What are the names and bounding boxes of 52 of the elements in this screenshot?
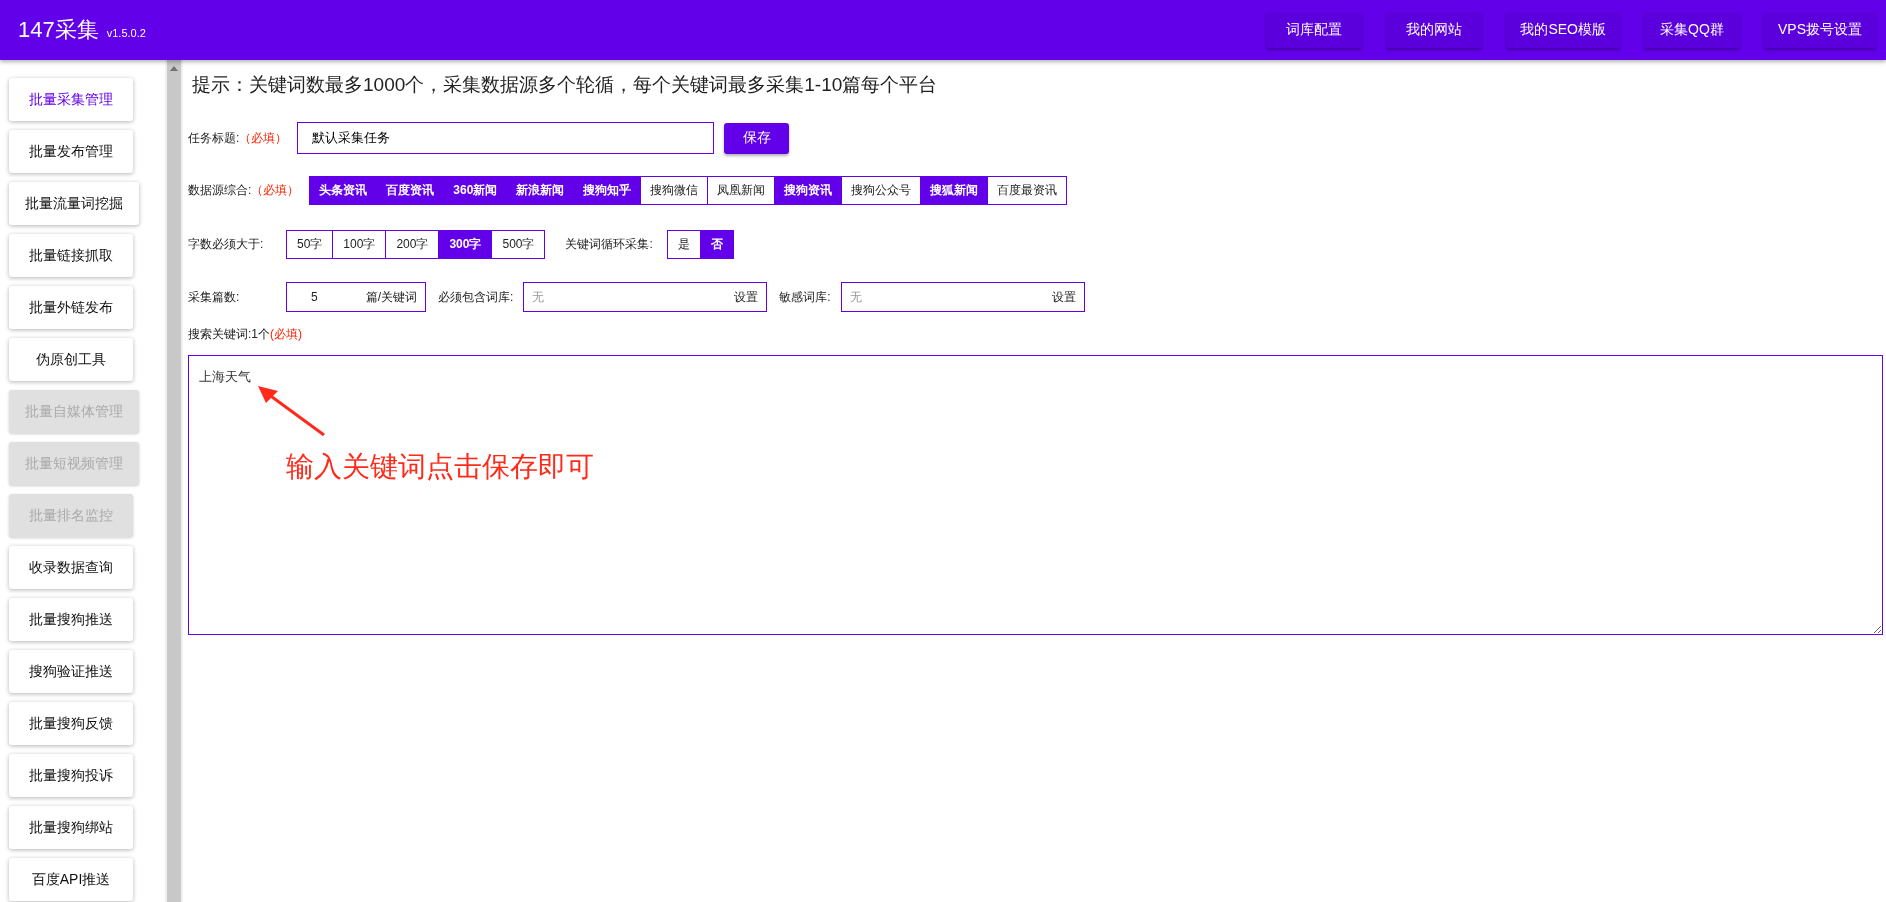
word-count-option[interactable]: 300字 (438, 231, 492, 258)
scroll-up-icon[interactable] (170, 66, 178, 71)
set-button[interactable]: 设置 (734, 288, 759, 306)
source-option[interactable]: 搜狐新闻 (920, 177, 988, 204)
sensitive-words-field[interactable]: 无 设置 (840, 282, 1085, 312)
must-include-field[interactable]: 无 设置 (523, 282, 768, 312)
field-label: 采集篇数: (188, 288, 241, 306)
sidebar-item[interactable]: 批量发布管理 (9, 130, 133, 173)
annotation-text: 输入关键词点击保存即可 (286, 450, 594, 484)
sidebar-item[interactable]: 伪原创工具 (9, 338, 133, 381)
source-option[interactable]: 新浪新闻 (506, 177, 574, 204)
annotation-arrow (256, 385, 326, 437)
field-label: 敏感词库: (779, 288, 831, 306)
nav-button[interactable]: VPS拨号设置 (1764, 12, 1876, 48)
nav-button[interactable]: 我的SEO模版 (1506, 12, 1620, 48)
field-label: 数据源综合: (188, 182, 252, 199)
required-mark: (必填) (270, 326, 302, 343)
field-label: 任务标题: (188, 129, 240, 147)
field-label: 必须包含词库: (438, 288, 514, 306)
sidebar-item[interactable]: 批量外链发布 (9, 286, 133, 329)
sidebar-item[interactable]: 批量搜狗推送 (9, 598, 133, 641)
sidebar-item[interactable]: 批量流量词挖掘 (9, 182, 139, 225)
task-title-field[interactable]: 默认采集任务 (297, 122, 715, 154)
source-option[interactable]: 搜狗知乎 (573, 177, 641, 204)
required-mark: （必填） (239, 129, 288, 147)
count-field[interactable]: 5 篇/关键词 (286, 282, 426, 312)
field-label: 搜索关键词:1个 (188, 326, 270, 343)
nav-button[interactable]: 词库配置 (1266, 12, 1363, 48)
source-option[interactable]: 360新闻 (443, 177, 507, 204)
nav-button[interactable]: 我的网站 (1386, 12, 1483, 48)
loop-option[interactable]: 否 (699, 231, 733, 258)
source-option[interactable]: 百度资讯 (376, 177, 444, 204)
field-label: 字数必须大于: (188, 236, 265, 253)
sidebar-item[interactable]: 批量链接抓取 (9, 234, 133, 277)
hint-text: 提示：关键词数最多1000个，采集数据源多个轮循，每个关键词最多采集1-10篇每个平台 (192, 73, 939, 97)
sidebar-item[interactable]: 百度API推送 (9, 858, 133, 901)
scrollbar[interactable] (165, 60, 183, 902)
source-option[interactable]: 头条资讯 (310, 177, 377, 204)
version-label: v1.5.0.2 (106, 27, 146, 39)
nav-button[interactable]: 采集QQ群 (1644, 12, 1740, 48)
source-option[interactable]: 搜狗资讯 (774, 177, 842, 204)
app-title: 147采集 (18, 16, 99, 44)
sidebar-item[interactable]: 批量搜狗投诉 (9, 754, 133, 797)
set-button[interactable]: 设置 (1051, 288, 1076, 306)
required-mark: （必填） (251, 182, 300, 199)
field-label: 关键词循环采集: (565, 236, 653, 253)
sidebar-item[interactable]: 批量采集管理 (9, 78, 133, 121)
sidebar-item[interactable]: 批量搜狗绑站 (9, 806, 133, 849)
sidebar-item[interactable]: 收录数据查询 (9, 546, 133, 589)
sidebar-item[interactable]: 批量搜狗反馈 (9, 702, 133, 745)
sidebar-item[interactable]: 搜狗验证推送 (9, 650, 133, 693)
save-button[interactable]: 保存 (724, 122, 790, 154)
